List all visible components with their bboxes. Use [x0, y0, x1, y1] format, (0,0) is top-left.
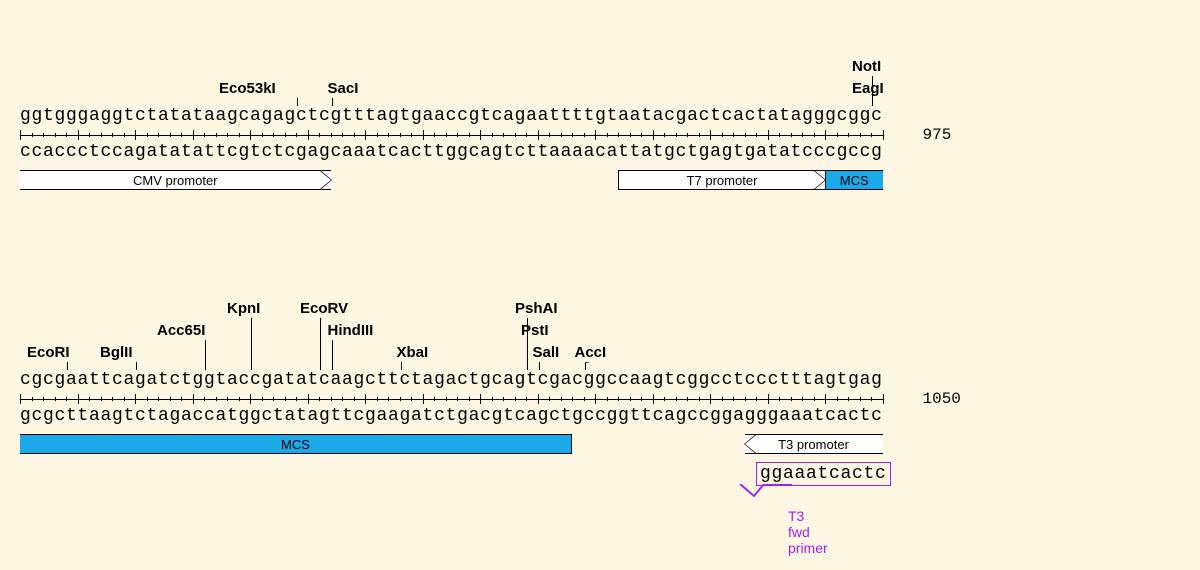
enzyme-stem	[320, 318, 321, 370]
sequence-ruler	[20, 128, 883, 142]
feature-annotation: MCS	[825, 170, 883, 190]
enzyme-label: XbaI	[397, 344, 429, 361]
enzyme-label: Acc65I	[157, 322, 205, 339]
feature-annotation: CMV promoter	[20, 170, 331, 190]
primer-label: T3 fwd primer	[788, 508, 828, 556]
enzyme-label: AccI	[575, 344, 607, 361]
sequence-ruler	[20, 392, 883, 406]
enzyme-stem	[585, 362, 586, 370]
enzyme-stem	[332, 98, 333, 106]
enzyme-label: Eco53kI	[219, 80, 276, 97]
enzyme-label: EagI	[852, 80, 884, 97]
enzyme-stem	[872, 98, 873, 106]
feature-annotation: MCS	[20, 434, 572, 454]
enzyme-stem	[527, 340, 528, 370]
enzyme-label: EcoRV	[300, 300, 348, 317]
enzyme-label: KpnI	[227, 300, 260, 317]
sequence-bottom-strand: ccaccctccagatatattcgtctcgagcaaatcacttggc…	[20, 142, 883, 162]
enzyme-stem	[297, 98, 298, 106]
position-label: 975	[923, 126, 952, 144]
enzyme-stem	[136, 362, 137, 370]
enzyme-stem	[67, 362, 68, 370]
enzyme-stem	[539, 362, 540, 370]
enzyme-label: PstI	[521, 322, 549, 339]
feature-annotation: T3 promoter	[745, 434, 883, 454]
enzyme-label: EcoRI	[27, 344, 70, 361]
enzyme-stem	[401, 362, 402, 370]
enzyme-label: SalI	[533, 344, 560, 361]
feature-annotation: T7 promoter	[618, 170, 825, 190]
sequence-top-strand: ggtgggaggtctatataagcagagctcgtttagtgaaccg…	[20, 106, 883, 126]
enzyme-stem	[332, 340, 333, 370]
enzyme-label: HindIII	[328, 322, 374, 339]
primer-sequence: ggaaatcactc	[756, 462, 891, 486]
enzyme-label: PshAI	[515, 300, 558, 317]
enzyme-stem	[205, 340, 206, 370]
enzyme-label: BglII	[100, 344, 133, 361]
enzyme-stem	[251, 318, 252, 370]
position-label: 1050	[923, 390, 961, 408]
sequence-top-strand: cgcgaattcagatctggtaccgatatcaagcttctagact…	[20, 370, 883, 390]
sequence-bottom-strand: gcgcttaagtctagaccatggctatagttcgaagatctga…	[20, 406, 883, 426]
primer-arrow-icon	[734, 484, 794, 506]
enzyme-label: SacI	[328, 80, 359, 97]
enzyme-label: NotI	[852, 58, 881, 75]
